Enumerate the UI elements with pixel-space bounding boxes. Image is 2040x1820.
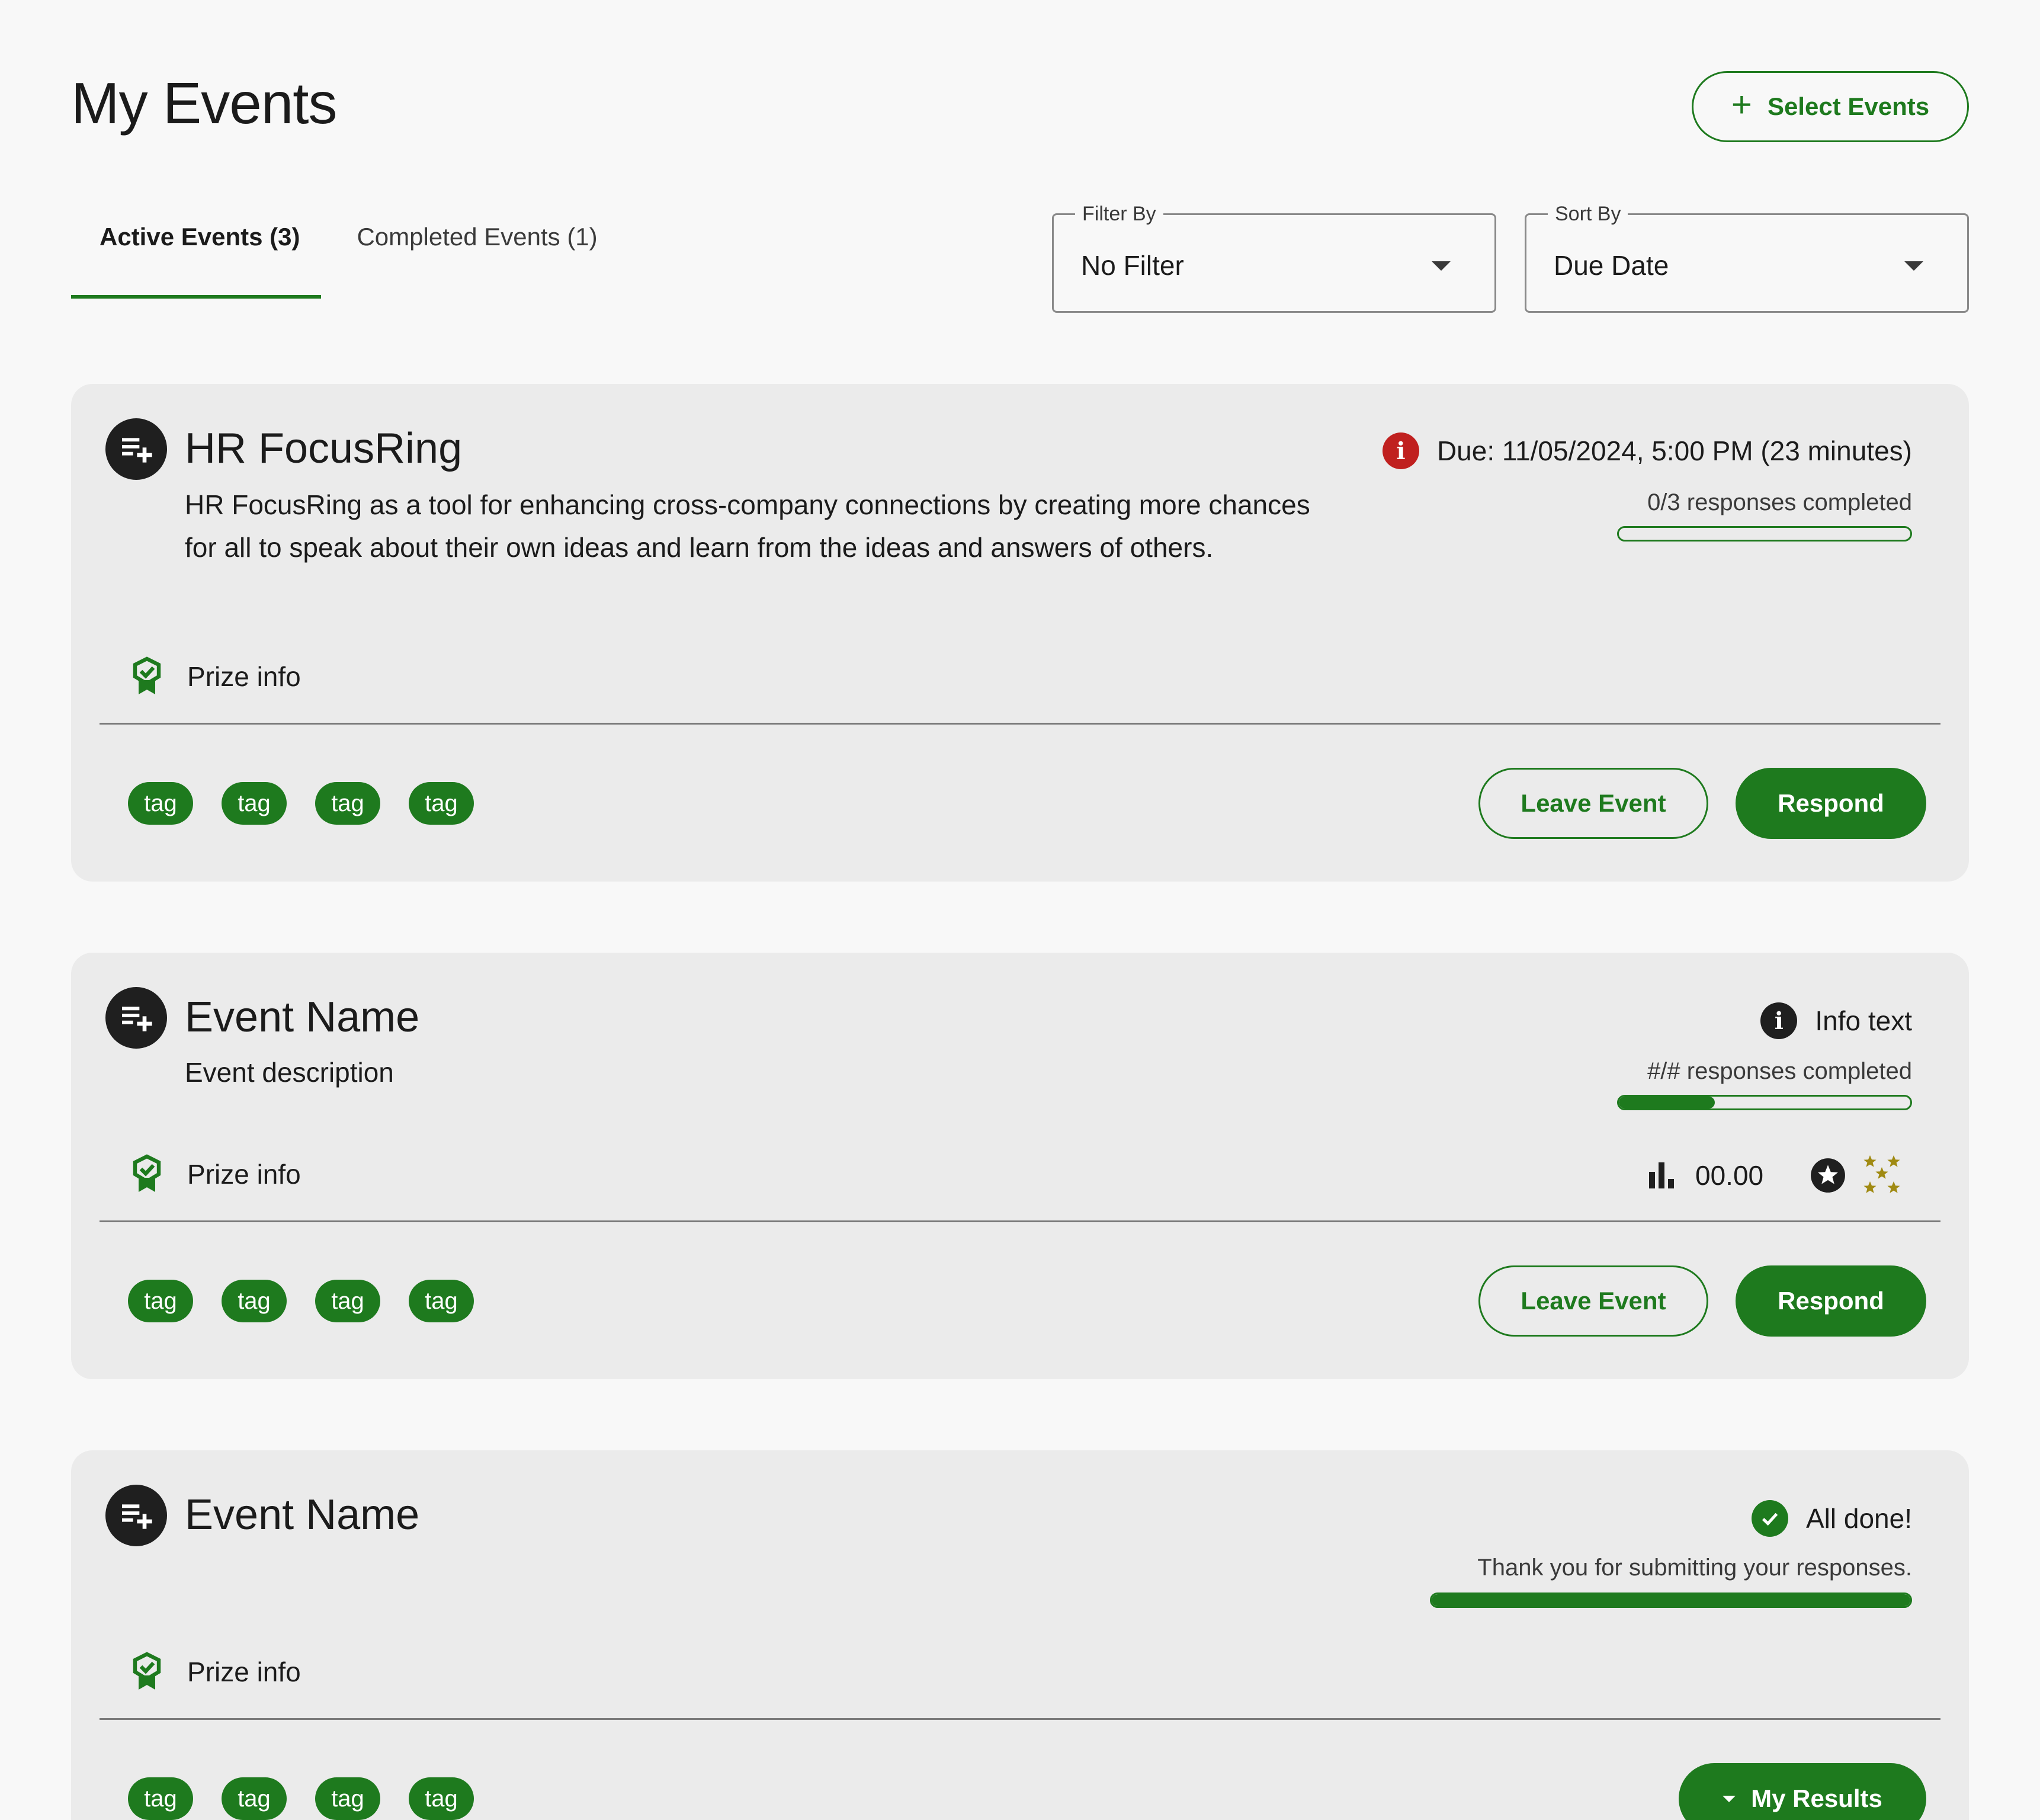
- progress-label: Thank you for submitting your responses.: [1477, 1555, 1912, 1581]
- event-tabs: Active Events (3) Completed Events (1): [71, 223, 626, 300]
- award-badge-icon: [133, 1652, 161, 1690]
- filter-by-value: No Filter: [1081, 250, 1184, 281]
- page-title: My Events: [71, 71, 337, 136]
- all-done-text: All done!: [1805, 1503, 1912, 1534]
- tag-chip[interactable]: tag: [315, 1280, 380, 1322]
- prize-info[interactable]: Prize info: [130, 1154, 301, 1194]
- card-divider: [100, 1718, 1940, 1720]
- stars-rating-icon: [1863, 1155, 1900, 1193]
- tag-chip[interactable]: tag: [409, 1777, 474, 1820]
- leave-event-button[interactable]: Leave Event: [1478, 1265, 1708, 1337]
- due-date-text: Due: 11/05/2024, 5:00 PM (23 minutes): [1436, 435, 1912, 466]
- event-stats: 00.00: [1647, 1153, 1904, 1198]
- event-status: i Info text: [1760, 1002, 1912, 1039]
- tag-chip[interactable]: tag: [128, 782, 193, 825]
- sort-by-value: Due Date: [1554, 250, 1669, 281]
- event-status: i Due: 11/05/2024, 5:00 PM (23 minutes): [1382, 432, 1912, 469]
- tag-chip[interactable]: tag: [315, 1777, 380, 1820]
- select-events-button[interactable]: + Select Events: [1692, 71, 1969, 142]
- info-icon: i: [1760, 1002, 1798, 1039]
- progress-fill: [1619, 1097, 1715, 1108]
- prize-info-label: Prize info: [187, 661, 301, 692]
- tab-completed-events[interactable]: Completed Events (1): [328, 203, 626, 271]
- playlist-add-icon: [105, 418, 167, 480]
- caret-down-icon: [1904, 261, 1923, 271]
- plus-icon: +: [1731, 85, 1752, 124]
- progress-bar: [1617, 1095, 1912, 1110]
- progress-bar: [1617, 526, 1912, 541]
- leave-event-button[interactable]: Leave Event: [1478, 768, 1708, 839]
- caret-down-icon: [1432, 261, 1451, 271]
- event-title: Event Name: [185, 1491, 420, 1539]
- event-description: Event description: [185, 1057, 394, 1088]
- prize-info[interactable]: Prize info: [130, 1652, 301, 1692]
- prize-info-label: Prize info: [187, 1656, 301, 1687]
- check-circle-icon: [1751, 1500, 1788, 1537]
- select-events-label: Select Events: [1767, 92, 1930, 120]
- tag-list: tag tag tag tag: [128, 782, 474, 825]
- info-text: Info text: [1815, 1005, 1912, 1036]
- tag-chip[interactable]: tag: [128, 1777, 193, 1820]
- event-card: HR FocusRing HR FocusRing as a tool for …: [71, 384, 1969, 882]
- active-tab-indicator: [71, 295, 321, 299]
- tag-chip[interactable]: tag: [222, 1280, 287, 1322]
- tag-chip[interactable]: tag: [128, 1280, 193, 1322]
- event-card: Event Name Event description i Info text…: [71, 953, 1969, 1379]
- bar-chart-icon: [1649, 1162, 1674, 1188]
- tag-chip[interactable]: tag: [409, 782, 474, 825]
- tag-list: tag tag tag tag: [128, 1777, 474, 1820]
- score-value: 00.00: [1695, 1160, 1764, 1191]
- caret-down-icon: [1723, 1795, 1736, 1802]
- tag-chip[interactable]: tag: [222, 1777, 287, 1820]
- progress-label: 0/3 responses completed: [1647, 489, 1912, 515]
- prize-info-label: Prize info: [187, 1159, 301, 1190]
- event-description: HR FocusRing as a tool for enhancing cro…: [185, 489, 1310, 563]
- card-divider: [100, 1220, 1940, 1222]
- filter-by-legend: Filter By: [1075, 201, 1163, 227]
- respond-button[interactable]: Respond: [1736, 768, 1926, 839]
- sort-by-legend: Sort By: [1548, 201, 1628, 227]
- filter-by-select[interactable]: Filter By No Filter: [1052, 201, 1496, 313]
- event-status: All done!: [1751, 1500, 1912, 1537]
- award-badge-icon: [133, 656, 161, 694]
- tab-active-events[interactable]: Active Events (3): [71, 203, 328, 271]
- progress-fill: [1432, 1594, 1910, 1606]
- my-results-label: My Results: [1751, 1784, 1882, 1812]
- alert-icon: i: [1382, 432, 1419, 469]
- progress-label: #/# responses completed: [1647, 1058, 1912, 1084]
- tag-chip[interactable]: tag: [222, 782, 287, 825]
- tag-chip[interactable]: tag: [315, 782, 380, 825]
- tag-chip[interactable]: tag: [409, 1280, 474, 1322]
- card-divider: [100, 723, 1940, 725]
- event-title: Event Name: [185, 994, 420, 1041]
- award-badge-icon: [133, 1154, 161, 1192]
- prize-info[interactable]: Prize info: [130, 656, 301, 697]
- progress-bar: [1430, 1592, 1912, 1608]
- tag-list: tag tag tag tag: [128, 1280, 474, 1322]
- event-card: Event Name All done! Thank you for submi…: [71, 1450, 1969, 1820]
- playlist-add-icon: [105, 987, 167, 1049]
- respond-button[interactable]: Respond: [1736, 1265, 1926, 1337]
- star-badge-icon: [1811, 1158, 1846, 1193]
- playlist-add-icon: [105, 1485, 167, 1546]
- event-title: HR FocusRing: [185, 425, 463, 472]
- sort-by-select[interactable]: Sort By Due Date: [1525, 201, 1969, 313]
- my-results-button[interactable]: My Results: [1679, 1763, 1926, 1820]
